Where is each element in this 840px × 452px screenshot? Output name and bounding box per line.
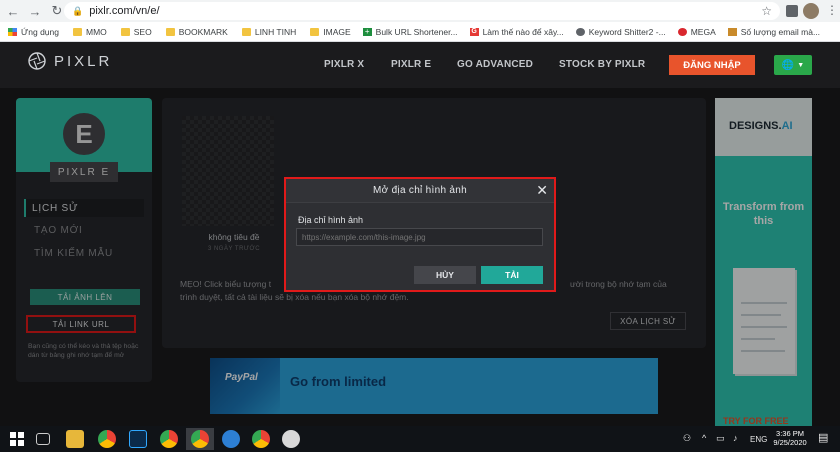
extensions-icon[interactable]	[786, 5, 798, 17]
bookmark-label: Keyword Shitter2 -...	[588, 26, 666, 37]
windows-start-icon[interactable]	[10, 432, 24, 446]
bookmark-mmo[interactable]: MMO	[72, 26, 107, 37]
address-bar[interactable]: 🔒 pixlr.com/vn/e/ ☆	[64, 2, 780, 20]
lock-icon: 🔒	[72, 5, 84, 16]
pen-icon	[727, 27, 737, 36]
image-url-label: Địa chỉ hình ảnh	[298, 215, 364, 225]
language-indicator[interactable]: ENG	[750, 435, 767, 444]
file-explorer-icon[interactable]	[66, 430, 84, 448]
bookmark-label: SEO	[133, 26, 152, 37]
bookmark-keyword-shitter[interactable]: Keyword Shitter2 -...	[575, 26, 666, 37]
plus-icon: +	[362, 27, 372, 36]
bookmark-lam-the-nao[interactable]: G Làm thế nào để xây...	[469, 26, 564, 37]
bookmark-label: BOOKMARK	[178, 26, 228, 37]
bookmark-linh-tinh[interactable]: LINH TINH	[241, 26, 297, 37]
app-icon[interactable]	[222, 430, 240, 448]
browser-menu-icon[interactable]: ⋮	[826, 3, 838, 17]
cancel-button[interactable]: HỦY	[414, 266, 476, 284]
paint-icon[interactable]	[282, 430, 300, 448]
bookmark-label: Số lượng email mà...	[740, 26, 821, 37]
bookmark-apps[interactable]: Ứng dụng	[8, 27, 59, 37]
clock-time: 3:36 PM	[776, 429, 804, 438]
folder-icon	[120, 27, 130, 36]
notification-icon[interactable]: ▤	[818, 431, 828, 444]
bookmark-mega[interactable]: MEGA	[677, 26, 716, 37]
bookmark-label: MEGA	[690, 26, 716, 37]
dialog-title: Mở địa chỉ hình ảnh	[373, 185, 467, 196]
bookmark-label: IMAGE	[323, 26, 351, 37]
bookmark-label: Bulk URL Shortener...	[375, 26, 458, 37]
volume-icon[interactable]: ♪	[733, 433, 738, 443]
language-button[interactable]: 🌐 ▼	[774, 55, 812, 75]
bookmark-so-luong-email[interactable]: Số lượng email mà...	[727, 26, 821, 37]
load-button[interactable]: TẢI	[481, 266, 543, 284]
windows-taskbar	[0, 426, 840, 452]
avatar[interactable]	[803, 3, 819, 19]
task-view-icon[interactable]	[36, 433, 50, 445]
system-clock[interactable]: 3:36 PM 9/25/2020	[768, 429, 812, 447]
open-url-dialog: Mở địa chỉ hình ảnh ✕ Địa chỉ hình ảnh H…	[284, 177, 556, 292]
folder-icon	[241, 27, 251, 36]
bookmark-label: Làm thế nào để xây...	[482, 26, 564, 37]
chrome-active-icon[interactable]	[191, 430, 209, 448]
bookmarks-bar: Ứng dụng MMO SEO BOOKMARK LINH TINH IMAG…	[0, 22, 840, 42]
globe-icon: 🌐	[781, 59, 795, 71]
pixlr-aperture-icon	[28, 52, 46, 70]
bookmark-bulk-url[interactable]: + Bulk URL Shortener...	[362, 26, 458, 37]
pixlr-logo[interactable]: PIXLR	[28, 52, 112, 70]
g-icon: G	[469, 27, 479, 36]
bookmark-label: LINH TINH	[254, 26, 297, 37]
star-icon[interactable]: ☆	[761, 4, 772, 18]
tray-chevron-icon[interactable]: ^	[702, 433, 706, 443]
chrome-window-icon[interactable]	[252, 430, 270, 448]
chrome-profile-icon[interactable]	[160, 430, 178, 448]
nav-stock[interactable]: STOCK BY PIXLR	[559, 59, 645, 70]
people-icon[interactable]: ⚇	[683, 433, 691, 444]
bookmark-image[interactable]: IMAGE	[310, 26, 351, 37]
chevron-down-icon: ▼	[797, 61, 805, 69]
bookmark-label: Ứng dụng	[21, 26, 59, 37]
bookmark-seo[interactable]: SEO	[120, 26, 152, 37]
bookmark-label: MMO	[85, 26, 107, 37]
logo-text: PIXLR	[54, 52, 113, 70]
photoshop-icon[interactable]	[129, 430, 147, 448]
nav-pixlr-x[interactable]: PIXLR X	[324, 59, 364, 70]
folder-icon	[72, 27, 82, 36]
clock-date: 9/25/2020	[773, 438, 807, 447]
login-button[interactable]: ĐĂNG NHẬP	[669, 55, 755, 75]
globe-icon	[575, 27, 585, 36]
bookmark-bookmark[interactable]: BOOKMARK	[165, 26, 228, 37]
network-icon[interactable]: ▭	[716, 433, 725, 444]
mega-icon	[677, 27, 687, 36]
url-text: pixlr.com/vn/e/	[89, 5, 160, 17]
folder-icon	[310, 27, 320, 36]
back-arrow-icon[interactable]: ←	[4, 2, 22, 20]
close-icon[interactable]: ✕	[536, 182, 548, 199]
chrome-icon[interactable]	[98, 430, 116, 448]
folder-icon	[165, 27, 175, 36]
forward-arrow-icon[interactable]: →	[26, 2, 44, 20]
nav-pixlr-e[interactable]: PIXLR E	[391, 59, 431, 70]
image-url-input[interactable]	[296, 228, 543, 246]
nav-go-advanced[interactable]: GO ADVANCED	[457, 59, 533, 70]
apps-icon	[8, 27, 17, 36]
